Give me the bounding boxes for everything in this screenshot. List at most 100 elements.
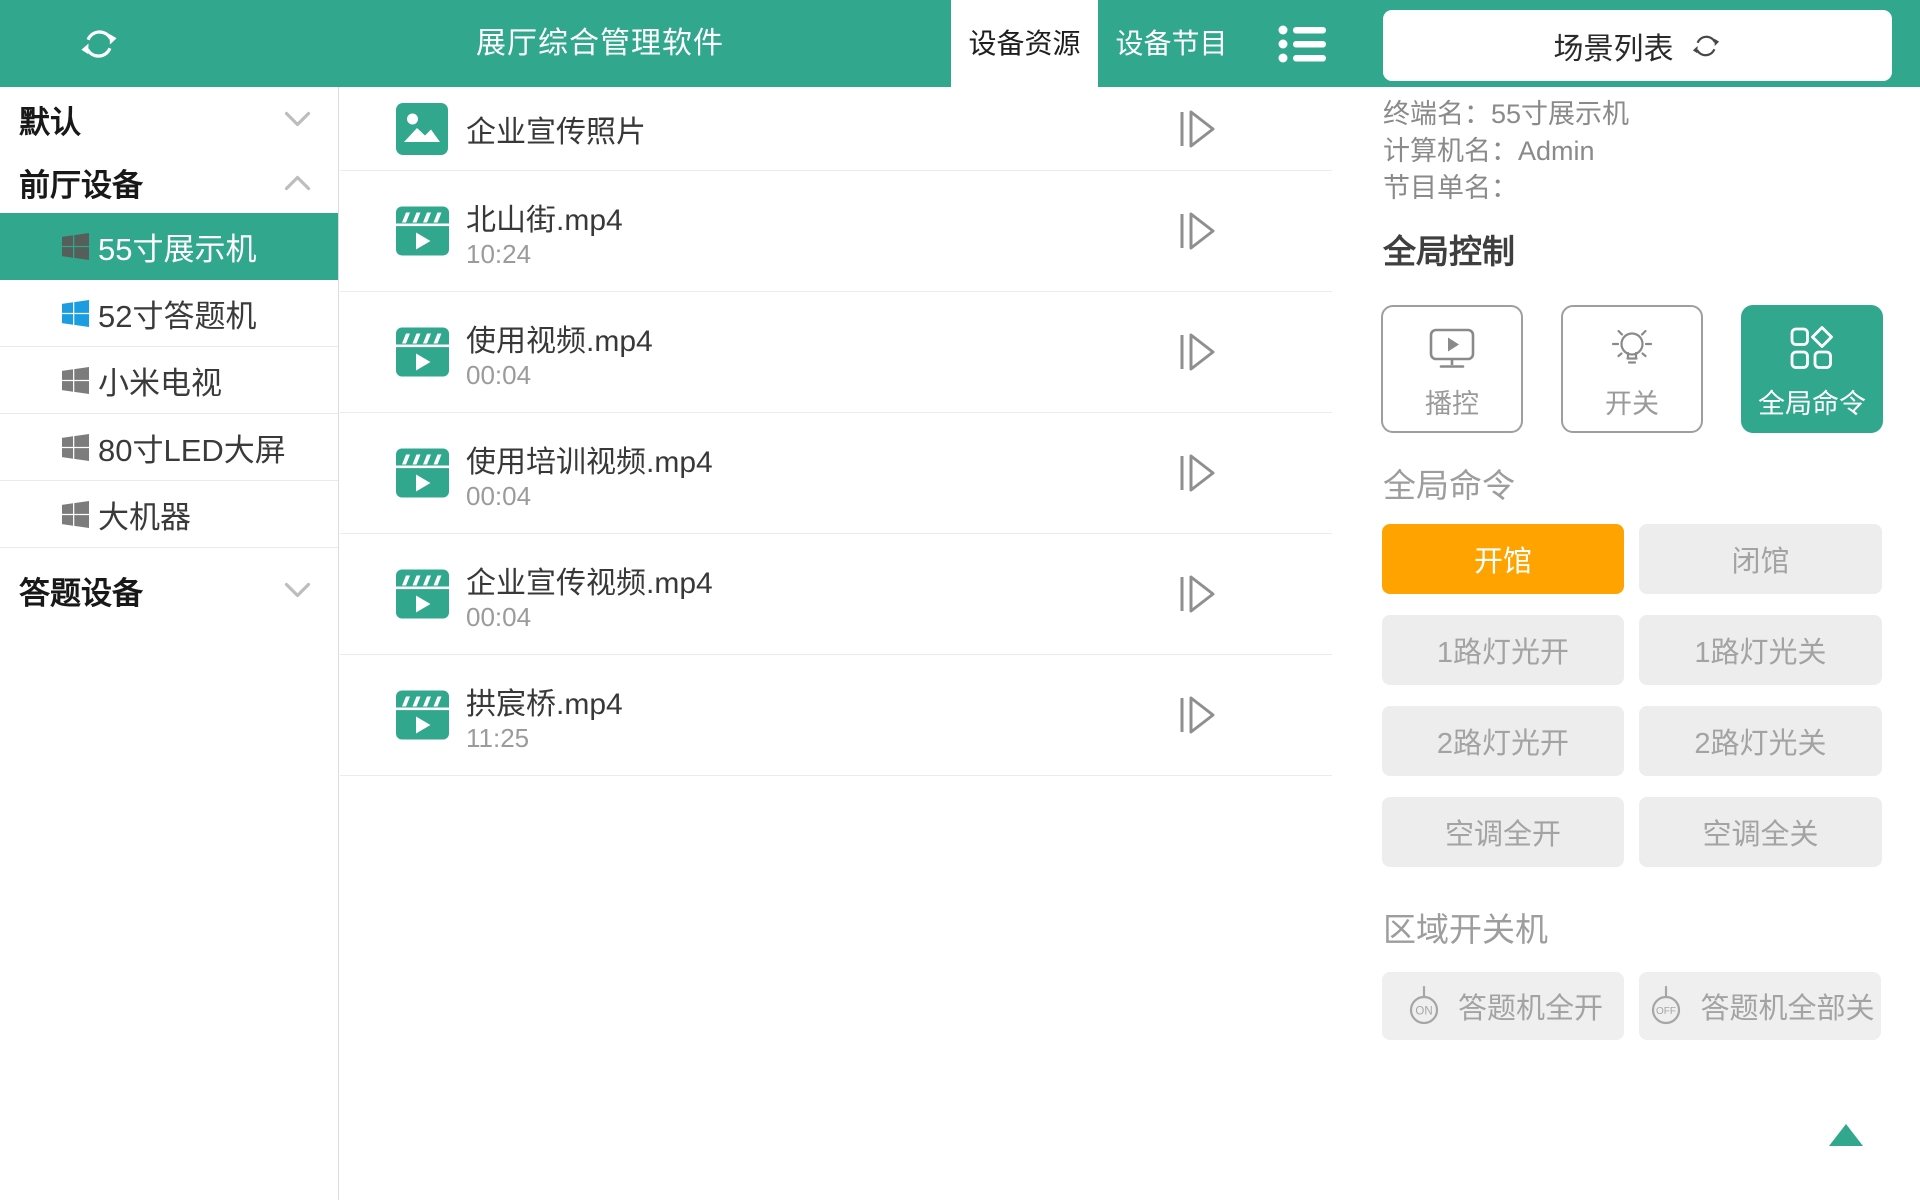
video-icon (396, 205, 449, 258)
quiz-machines-all-off-button[interactable]: OFF 答题机全部关 (1639, 972, 1881, 1040)
device-label: 52寸答题机 (98, 291, 256, 336)
group-label: 默认 (19, 97, 81, 142)
quiz-machines-all-on-button[interactable]: ON 答题机全开 (1382, 972, 1624, 1040)
play-icon (1177, 106, 1217, 152)
sidebar-item-big-machine[interactable]: 大机器 (0, 481, 338, 548)
play-button[interactable] (1177, 450, 1217, 496)
media-row-photo[interactable]: 企业宣传照片 (340, 87, 1332, 171)
media-row-video[interactable]: 使用培训视频.mp4 00:04 (340, 413, 1332, 534)
media-row-video[interactable]: 使用视频.mp4 00:04 (340, 292, 1332, 413)
play-icon (1177, 571, 1217, 617)
windows-icon (62, 501, 89, 528)
media-title: 拱宸桥.mp4 (466, 679, 623, 723)
sidebar-group-front-hall[interactable]: 前厅设备 (0, 151, 338, 213)
play-button[interactable] (1177, 692, 1217, 738)
play-button[interactable] (1177, 329, 1217, 375)
area-button-label: 答题机全部关 (1700, 985, 1874, 1027)
video-icon (396, 568, 449, 621)
media-duration: 00:04 (466, 602, 531, 633)
area-power-title: 区域开关机 (1383, 903, 1548, 951)
info-label: 终端名： (1383, 99, 1491, 129)
light-1-off-button[interactable]: 1路灯光关 (1639, 615, 1882, 685)
media-title: 使用视频.mp4 (466, 316, 653, 360)
list-icon (1278, 22, 1326, 66)
windows-icon (62, 367, 89, 394)
tab-device-programs[interactable]: 设备节目 (1098, 0, 1245, 87)
switch-control-button[interactable]: 开关 (1561, 305, 1703, 433)
scroll-to-top-button[interactable] (1829, 1124, 1863, 1146)
global-command-button[interactable]: 全局命令 (1741, 305, 1883, 433)
device-label: 80寸LED大屏 (98, 425, 286, 470)
scene-list-label: 场景列表 (1554, 24, 1674, 68)
play-icon (1177, 692, 1217, 738)
light-2-off-button[interactable]: 2路灯光关 (1639, 706, 1882, 776)
ac-all-off-button[interactable]: 空调全关 (1639, 797, 1882, 867)
media-duration: 11:25 (466, 723, 529, 754)
video-icon (396, 447, 449, 500)
computer-name-line: 计算机名：Admin (1383, 133, 1629, 170)
terminal-info: 终端名：55寸展示机 计算机名：Admin 节目单名： (1383, 96, 1629, 207)
global-command-label: 全局命令 (1758, 391, 1866, 418)
light-2-on-button[interactable]: 2路灯光开 (1382, 706, 1624, 776)
chevron-up-icon (284, 174, 311, 191)
chevron-down-icon (284, 111, 311, 128)
photo-icon (396, 103, 448, 155)
tab-device-resources[interactable]: 设备资源 (951, 0, 1098, 87)
power-off-icon: OFF (1645, 984, 1687, 1028)
media-title: 企业宣传视频.mp4 (466, 558, 713, 602)
device-tree-sidebar: 默认 前厅设备 55寸展示机 52寸答题机 小米电视 80寸LED大屏 (0, 87, 339, 1200)
global-control-buttons: 播控 开关 (1381, 305, 1883, 433)
svg-text:ON: ON (1415, 1006, 1432, 1018)
terminal-name-line: 终端名：55寸展示机 (1383, 96, 1629, 133)
play-icon (1177, 450, 1217, 496)
sidebar-item-80inch-led[interactable]: 80寸LED大屏 (0, 414, 338, 481)
info-label: 节目单名： (1383, 173, 1518, 203)
svg-text:OFF: OFF (1656, 1006, 1676, 1017)
light-1-on-button[interactable]: 1路灯光开 (1382, 615, 1624, 685)
monitor-play-icon (1428, 307, 1476, 391)
sidebar-group-default[interactable]: 默认 (0, 87, 338, 151)
play-button[interactable] (1177, 571, 1217, 617)
open-hall-button[interactable]: 开馆 (1382, 524, 1624, 594)
sidebar-group-quiz-devices[interactable]: 答题设备 (0, 548, 338, 632)
group-label: 前厅设备 (19, 160, 143, 205)
sidebar-item-55inch-display[interactable]: 55寸展示机 (0, 213, 338, 280)
play-icon (1177, 329, 1217, 375)
media-file-list: 企业宣传照片 北山街.mp4 10:24 (340, 87, 1332, 776)
device-label: 小米电视 (98, 358, 222, 403)
media-row-video[interactable]: 北山街.mp4 10:24 (340, 171, 1332, 292)
play-button[interactable] (1177, 208, 1217, 254)
media-duration: 00:04 (466, 481, 531, 512)
refresh-button[interactable] (78, 25, 120, 63)
sidebar-item-52inch-quiz[interactable]: 52寸答题机 (0, 280, 338, 347)
ac-all-on-button[interactable]: 空调全开 (1382, 797, 1624, 867)
app-title: 展厅综合管理软件 (400, 0, 800, 87)
media-row-video[interactable]: 拱宸桥.mp4 11:25 (340, 655, 1332, 776)
device-label: 大机器 (98, 492, 191, 537)
control-panel: 终端名：55寸展示机 计算机名：Admin 节目单名： 全局控制 播控 (1332, 87, 1920, 1200)
global-control-title: 全局控制 (1383, 225, 1515, 273)
list-menu-button[interactable] (1278, 22, 1326, 66)
media-row-video[interactable]: 企业宣传视频.mp4 00:04 (340, 534, 1332, 655)
device-label: 55寸展示机 (98, 224, 256, 269)
area-power-buttons: ON 答题机全开 OFF 答题机全部关 (1382, 972, 1881, 1040)
video-icon (396, 326, 449, 379)
close-hall-button[interactable]: 闭馆 (1639, 524, 1882, 594)
sidebar-item-xiaomi-tv[interactable]: 小米电视 (0, 347, 338, 414)
playback-control-button[interactable]: 播控 (1381, 305, 1523, 433)
power-on-icon: ON (1403, 984, 1445, 1028)
windows-icon (62, 434, 89, 461)
media-title: 企业宣传照片 (466, 107, 646, 151)
media-title: 使用培训视频.mp4 (466, 437, 713, 481)
scene-list-button[interactable]: 场景列表 (1383, 10, 1892, 81)
global-commands-grid: 开馆 闭馆 1路灯光开 1路灯光关 2路灯光开 2路灯光关 空调全开 空调全关 (1382, 524, 1882, 867)
video-icon (396, 689, 449, 742)
playlist-name-line: 节目单名： (1383, 170, 1629, 207)
media-duration: 10:24 (466, 239, 531, 270)
switch-label: 开关 (1605, 391, 1659, 418)
info-value: 55寸展示机 (1491, 99, 1629, 129)
command-grid-icon (1788, 307, 1836, 391)
play-button[interactable] (1177, 106, 1217, 152)
windows-icon (62, 233, 89, 260)
info-label: 计算机名： (1383, 136, 1518, 166)
